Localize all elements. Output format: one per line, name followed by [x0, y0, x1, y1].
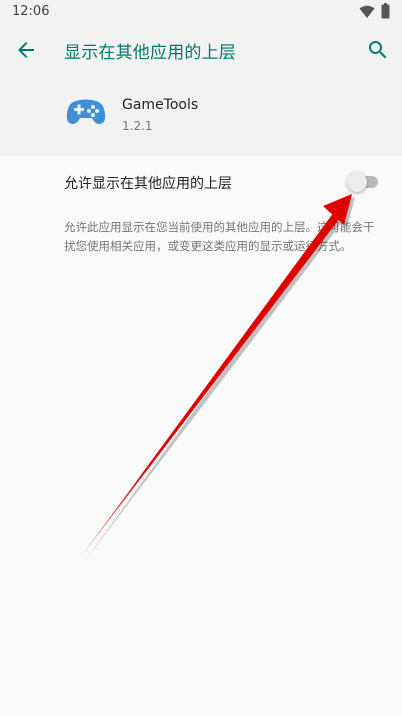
status-icons [359, 3, 390, 23]
toggle-thumb [347, 172, 367, 192]
setting-description: 允许此应用显示在您当前使用的其他应用的上层。这可能会干扰您使用相关应用，或变更这… [64, 220, 375, 253]
app-name: GameTools [122, 97, 199, 113]
allow-overlay-setting[interactable]: 允许显示在其他应用的上层 [0, 156, 402, 208]
page-title: 显示在其他应用的上层 [64, 43, 236, 63]
status-bar: 12:06 [0, 0, 402, 24]
app-bar: 显示在其他应用的上层 [0, 24, 402, 80]
arrow-back-icon[interactable] [14, 38, 38, 62]
overlay-toggle[interactable] [347, 172, 381, 192]
setting-label: 允许显示在其他应用的上层 [64, 176, 232, 192]
app-version: 1.2.1 [122, 119, 153, 133]
status-time: 12:06 [12, 4, 50, 19]
wifi-icon [359, 4, 375, 23]
app-header: GameTools 1.2.1 [0, 80, 402, 156]
battery-icon [381, 3, 390, 23]
gamepad-icon [66, 98, 106, 126]
search-icon[interactable] [366, 38, 390, 62]
